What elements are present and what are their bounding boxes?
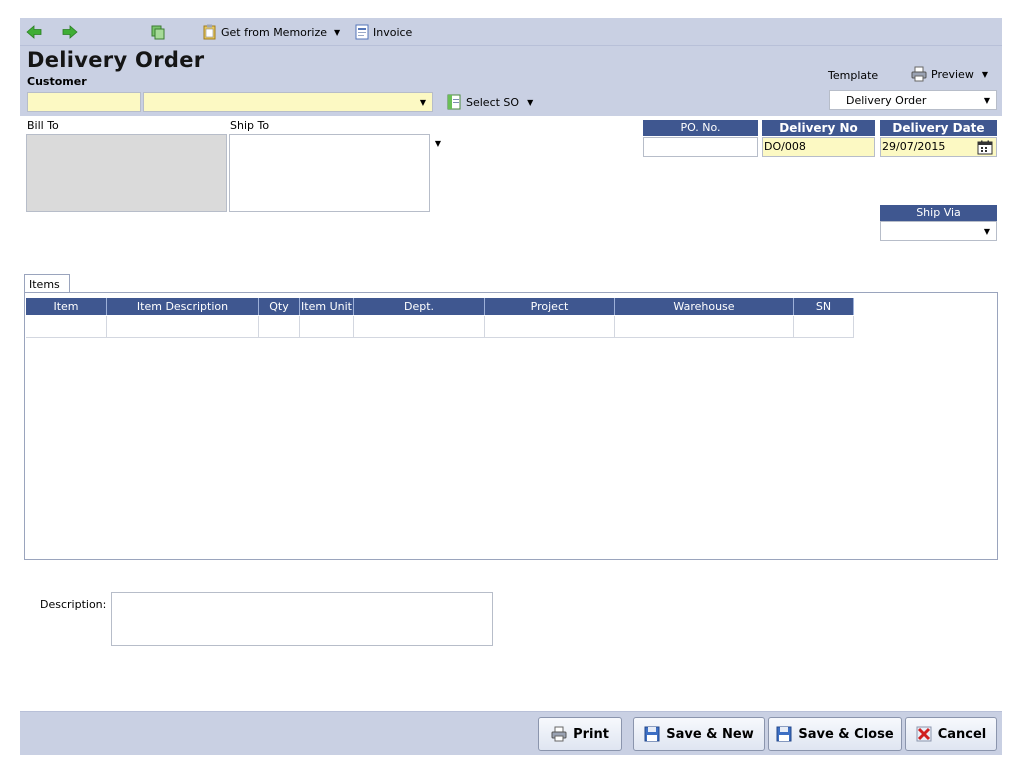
delivery-no-field[interactable]: DO/008 bbox=[762, 137, 875, 157]
delivery-no-header: Delivery No bbox=[762, 120, 875, 136]
ship-via-dropdown[interactable]: ▼ bbox=[880, 221, 997, 241]
get-from-memorize-button[interactable]: Get from Memorize ▼ bbox=[202, 22, 340, 42]
table-cell[interactable] bbox=[485, 316, 615, 338]
printer-icon bbox=[911, 66, 927, 82]
select-so-button[interactable]: Select SO ▼ bbox=[440, 92, 539, 112]
print-label: Print bbox=[573, 726, 609, 742]
table-cell[interactable] bbox=[26, 316, 107, 338]
description-field[interactable] bbox=[111, 592, 493, 646]
customer-name-dropdown[interactable]: ▼ bbox=[143, 92, 433, 112]
sales-order-icon bbox=[447, 94, 461, 110]
bill-to-address bbox=[26, 134, 227, 212]
delivery-date-value: 29/07/2015 bbox=[882, 140, 946, 153]
clipboard-icon bbox=[203, 24, 216, 40]
table-cell[interactable] bbox=[107, 316, 259, 338]
invoice-button[interactable]: Invoice bbox=[354, 22, 412, 42]
toolbar: Get from Memorize ▼ Invoice bbox=[20, 18, 1002, 46]
description-label: Description: bbox=[40, 598, 107, 611]
get-from-memorize-label: Get from Memorize bbox=[221, 25, 328, 39]
chevron-down-icon: ▼ bbox=[334, 27, 341, 37]
bill-to-label: Bill To bbox=[27, 119, 59, 132]
save-icon bbox=[776, 726, 792, 742]
chevron-down-icon[interactable]: ▼ bbox=[416, 95, 430, 109]
back-button[interactable] bbox=[26, 22, 42, 42]
column-header-warehouse[interactable]: Warehouse bbox=[615, 298, 794, 315]
delivery-date-header: Delivery Date bbox=[880, 120, 997, 136]
calendar-icon[interactable] bbox=[977, 140, 993, 155]
template-value: Delivery Order bbox=[846, 94, 927, 107]
chevron-down-icon: ▼ bbox=[527, 97, 534, 107]
page-title: Delivery Order bbox=[27, 48, 205, 72]
ship-via-header: Ship Via bbox=[880, 205, 997, 221]
customer-code-field[interactable] bbox=[27, 92, 141, 112]
copy-icon bbox=[151, 25, 165, 40]
save-and-new-label: Save & New bbox=[666, 726, 754, 742]
cancel-icon bbox=[916, 726, 932, 742]
table-cell[interactable] bbox=[794, 316, 854, 338]
cancel-button[interactable]: Cancel bbox=[905, 717, 997, 751]
po-no-header: PO. No. bbox=[643, 120, 758, 136]
cancel-label: Cancel bbox=[937, 726, 987, 742]
ship-to-label: Ship To bbox=[230, 119, 270, 132]
table-cell[interactable] bbox=[300, 316, 354, 338]
save-and-new-button[interactable]: Save & New bbox=[633, 717, 765, 751]
copy-button[interactable] bbox=[150, 22, 166, 42]
printer-icon bbox=[551, 726, 567, 742]
chevron-down-icon: ▼ bbox=[981, 69, 988, 79]
column-header-qty[interactable]: Qty bbox=[259, 298, 300, 315]
ship-to-address[interactable] bbox=[229, 134, 430, 212]
save-icon bbox=[644, 726, 660, 742]
column-header-dept[interactable]: Dept. bbox=[354, 298, 485, 315]
select-so-label: Select SO bbox=[466, 95, 520, 109]
save-and-close-label: Save & Close bbox=[798, 726, 894, 742]
arrow-right-icon bbox=[62, 25, 78, 39]
column-header-project[interactable]: Project bbox=[485, 298, 615, 315]
forward-button[interactable] bbox=[62, 22, 78, 42]
arrow-left-icon bbox=[26, 25, 42, 39]
invoice-icon bbox=[355, 24, 369, 40]
preview-label: Preview bbox=[931, 67, 974, 81]
print-button[interactable]: Print bbox=[538, 717, 622, 751]
ship-to-dropdown-button[interactable]: ▼ bbox=[431, 137, 445, 151]
chevron-down-icon: ▼ bbox=[434, 139, 442, 148]
save-and-close-button[interactable]: Save & Close bbox=[768, 717, 902, 751]
column-header-item[interactable]: Item bbox=[26, 298, 107, 315]
tab-items[interactable]: Items bbox=[24, 274, 70, 293]
customer-label: Customer bbox=[27, 75, 87, 88]
template-dropdown[interactable]: Delivery Order ▼ bbox=[829, 90, 997, 110]
po-no-field[interactable] bbox=[643, 137, 758, 157]
chevron-down-icon[interactable]: ▼ bbox=[980, 93, 994, 107]
table-cell[interactable] bbox=[259, 316, 300, 338]
table-cell[interactable] bbox=[615, 316, 794, 338]
template-label: Template bbox=[828, 69, 879, 82]
preview-button[interactable]: Preview ▼ bbox=[905, 64, 994, 84]
table-cell[interactable] bbox=[354, 316, 485, 338]
delivery-date-field[interactable]: 29/07/2015 bbox=[880, 137, 997, 157]
chevron-down-icon[interactable]: ▼ bbox=[980, 224, 994, 238]
column-header-item-description[interactable]: Item Description bbox=[107, 298, 259, 315]
invoice-label: Invoice bbox=[373, 25, 413, 39]
column-header-sn[interactable]: SN bbox=[794, 298, 854, 315]
column-header-item-unit[interactable]: Item Unit bbox=[300, 298, 354, 315]
